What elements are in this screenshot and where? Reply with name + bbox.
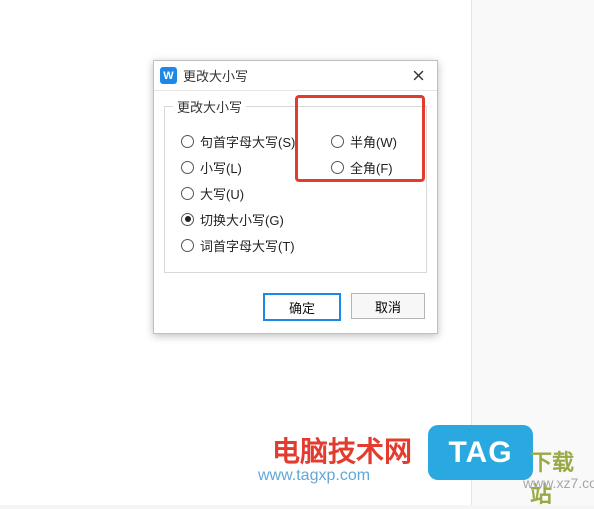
change-case-dialog: W 更改大小写 更改大小写 句首字母大写(S) 小写(L) [153, 60, 438, 334]
radio-uppercase[interactable]: 大写(U) [181, 182, 323, 204]
dialog-titlebar: W 更改大小写 [154, 61, 437, 91]
close-icon [413, 70, 424, 81]
radio-label: 全角(F) [350, 158, 393, 177]
dialog-buttons: 确定 取消 [154, 283, 437, 333]
close-button[interactable] [403, 62, 433, 90]
watermark-site1-name: 电脑技术网 [272, 430, 412, 470]
radio-icon [331, 135, 344, 148]
radio-label: 半角(W) [350, 132, 397, 151]
radio-halfwidth[interactable]: 半角(W) [331, 130, 418, 152]
cancel-button[interactable]: 取消 [351, 293, 425, 319]
radio-icon [181, 135, 194, 148]
radio-lowercase[interactable]: 小写(L) [181, 156, 323, 178]
radio-toggle-case[interactable]: 切换大小写(G) [181, 208, 323, 230]
radio-label: 切换大小写(G) [200, 210, 284, 229]
radio-label: 词首字母大写(T) [200, 236, 295, 255]
app-icon: W [160, 67, 177, 84]
left-options: 句首字母大写(S) 小写(L) 大写(U) 切换大小写(G) [173, 126, 323, 260]
radio-title-case[interactable]: 词首字母大写(T) [181, 234, 323, 256]
radio-sentence-case[interactable]: 句首字母大写(S) [181, 130, 323, 152]
dialog-body: 更改大小写 句首字母大写(S) 小写(L) 大写(U) [154, 91, 437, 283]
right-options: 半角(W) 全角(F) [323, 126, 418, 260]
radio-label: 大写(U) [200, 184, 244, 203]
ok-button[interactable]: 确定 [263, 293, 341, 321]
radio-icon [181, 213, 194, 226]
watermark-site1-url: www.tagxp.com [258, 467, 370, 485]
radio-fullwidth[interactable]: 全角(F) [331, 156, 418, 178]
radio-icon [181, 161, 194, 174]
watermark-site2-url: www.xz7.com [523, 475, 594, 491]
radio-icon [181, 187, 194, 200]
tag-badge: TAG [428, 425, 533, 480]
case-group: 更改大小写 句首字母大写(S) 小写(L) 大写(U) [164, 97, 427, 273]
radio-label: 句首字母大写(S) [200, 132, 295, 151]
radio-icon [181, 239, 194, 252]
group-legend: 更改大小写 [173, 97, 246, 116]
dialog-title: 更改大小写 [183, 66, 403, 85]
radio-label: 小写(L) [200, 158, 242, 177]
radio-icon [331, 161, 344, 174]
